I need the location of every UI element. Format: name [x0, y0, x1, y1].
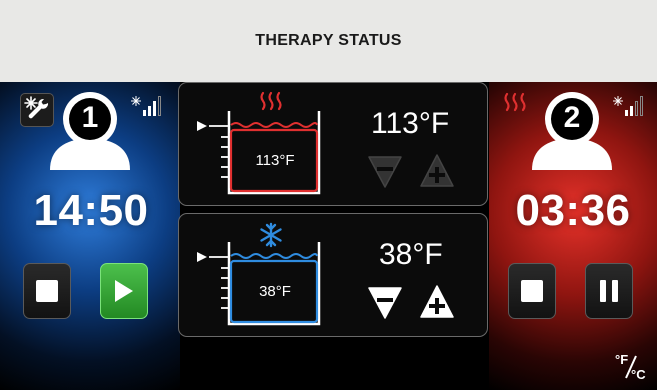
stop-icon [521, 280, 543, 302]
cold-increase-button[interactable] [419, 284, 455, 320]
snowflake-icon [131, 96, 141, 106]
page-title: THERAPY STATUS [255, 32, 402, 49]
right-signal-icon [613, 96, 643, 116]
heat-waves-icon [260, 91, 282, 111]
svg-text:°F: °F [615, 352, 628, 367]
minus-icon [377, 167, 393, 171]
left-zone-number: 1 [81, 101, 99, 134]
hot-decrease-button[interactable] [367, 153, 403, 189]
pause-icon [600, 280, 618, 302]
hot-bath-panel: 113°F 113°F [178, 82, 488, 206]
snowflake-icon [260, 222, 282, 248]
unit-toggle-button[interactable]: °F °C [614, 350, 650, 387]
play-icon [115, 280, 133, 302]
right-pause-button[interactable] [585, 263, 633, 319]
left-timer: 14:50 [33, 186, 149, 235]
svg-text:°C: °C [631, 367, 646, 382]
hot-tank-gauge [197, 91, 321, 195]
minus-icon [377, 298, 393, 302]
right-timer: 03:36 [515, 186, 631, 235]
right-stop-button[interactable] [508, 263, 556, 319]
cold-set-temperature: 38°F [379, 238, 443, 271]
hot-tank-temperature: 113°F [255, 152, 295, 169]
cold-decrease-button[interactable] [367, 284, 403, 320]
left-play-button[interactable] [100, 263, 148, 319]
left-stop-button[interactable] [23, 263, 71, 319]
fahrenheit-celsius-toggle-icon: °F °C [615, 352, 646, 382]
hot-set-temperature: 113°F [371, 107, 450, 140]
header-bar: THERAPY STATUS [0, 0, 657, 82]
left-signal-icon [131, 96, 161, 116]
cold-tank-gauge [197, 222, 321, 326]
cold-bath-panel: 38°F 38°F [178, 213, 488, 337]
right-zone-number: 2 [563, 101, 581, 134]
heat-waves-icon [504, 92, 526, 112]
snowflake-icon [613, 96, 623, 106]
cold-tank-temperature: 38°F [259, 283, 291, 300]
hot-increase-button[interactable] [419, 153, 455, 189]
stop-icon [36, 280, 58, 302]
